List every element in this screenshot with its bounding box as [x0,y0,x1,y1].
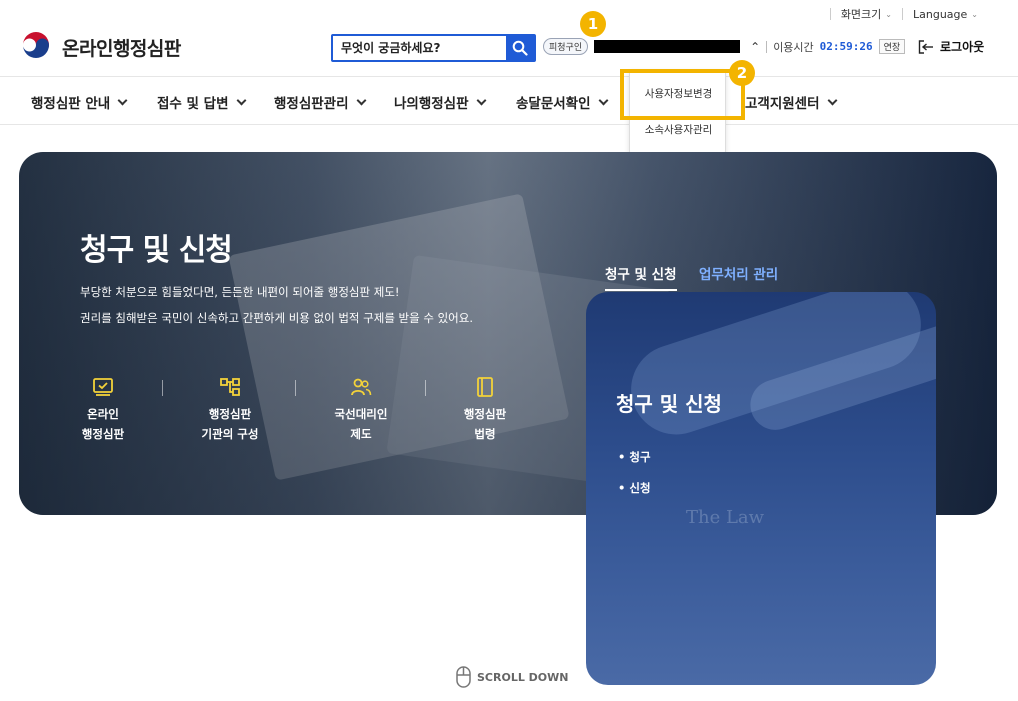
monitor-check-icon [93,378,113,396]
quick-link-line2: 제도 [350,427,372,441]
utility-bar: 화면크기 ⌄ Language ⌄ [829,6,988,22]
language-button[interactable]: Language ⌄ [903,8,988,21]
quick-link-public-attorney[interactable]: 국선대리인 제도 [296,376,426,444]
nav-item-support[interactable]: 고객지원센터 [745,92,837,112]
scroll-down-indicator[interactable]: SCROLL DOWN [456,666,569,688]
people-icon [351,378,372,396]
nav-item-label: 접수 및 답변 [157,96,229,112]
mouse-icon [456,666,471,688]
scroll-down-label: SCROLL DOWN [477,670,569,684]
quick-link-line2: 기관의 구성 [201,427,259,441]
dropdown-item-manage-users[interactable]: 소속사용자관리 [630,122,727,137]
divider [766,40,768,53]
quick-link-line1: 온라인 [87,407,119,421]
chevron-down-icon: ⌄ [885,9,892,19]
nav-item-reception[interactable]: 접수 및 답변 [157,92,246,112]
step-marker-1: 1 [580,11,606,37]
divider [162,380,163,396]
user-info: 피청구인 ⌃ 이용시간 02:59:26 연장 [543,38,906,55]
nav-item-guide[interactable]: 행정심판 안내 [31,92,128,112]
card-link-label: 신청 [629,481,651,495]
usage-time-value: 02:59:26 [819,40,873,53]
logout-label: 로그아웃 [940,40,985,54]
hero-title: 청구 및 신청 [80,233,233,268]
book-icon [477,377,493,397]
search-input[interactable] [333,36,506,60]
chevron-down-icon: ⌄ [971,9,978,19]
step-marker-2: 2 [729,60,755,86]
card-title: 청구 및 신청 [616,392,722,416]
search-button[interactable] [506,36,534,60]
screen-size-label: 화면크기 [840,8,882,21]
nav-item-my-appeal[interactable]: 나의행정심판 [394,92,486,112]
card-link-application[interactable]: • 신청 [618,480,651,496]
card-link-request[interactable]: • 청구 [618,449,651,465]
card-watermark: The Law [686,507,765,528]
card-link-label: 청구 [629,450,651,464]
chevron-down-icon [117,95,128,105]
chevron-down-icon [236,95,246,105]
chevron-down-icon [598,95,608,105]
search-icon [512,40,528,56]
tab-request-application[interactable]: 청구 및 신청 [605,263,677,291]
nav-item-label: 나의행정심판 [394,96,469,112]
screen-size-button[interactable]: 화면크기 ⌄ [831,6,902,22]
nav-item-label: 송달문서확인 [516,96,591,112]
hero-description-line2: 권리를 침해받은 국민이 신속하고 간편하게 비용 없이 법적 구제를 받을 수… [80,311,474,325]
language-label: Language [913,7,968,21]
nav-item-label: 행정심판 안내 [31,96,111,112]
chevron-down-icon [476,95,486,105]
nav-item-management[interactable]: 행정심판관리 [274,92,366,112]
hero-description-line1: 부당한 처분으로 힘들었다면, 든든한 내편이 되어줄 행정심판 제도! [80,285,400,299]
search-box [331,34,536,62]
chevron-down-icon [827,95,837,105]
user-role-badge: 피청구인 [543,38,589,55]
chevron-up-icon[interactable]: ⌃ [750,40,760,54]
tab-work-management[interactable]: 업무처리 관리 [699,263,778,289]
quick-link-line1: 국선대리인 [334,407,388,421]
quick-link-line2: 법령 [474,427,496,441]
quick-link-line2: 행정심판 [81,427,125,441]
usage-time-label: 이용시간 [773,40,814,54]
logout-icon [918,39,933,54]
taegeuk-logo-icon [19,30,53,64]
nav-item-label: 고객지원센터 [745,96,820,112]
chevron-down-icon [356,95,366,105]
extend-session-button[interactable]: 연장 [878,39,906,54]
org-chart-icon [220,378,240,396]
site-logo[interactable]: 온라인행정심판 [18,29,181,65]
quick-link-organization[interactable]: 행정심판 기관의 구성 [165,376,295,444]
logout-button[interactable]: 로그아웃 [918,38,984,55]
masked-user-name[interactable] [594,40,741,53]
nav-item-documents[interactable]: 송달문서확인 [516,92,608,112]
quick-link-line1: 행정심판 [463,407,507,421]
logo-title: 온라인행정심판 [62,37,181,60]
nav-item-label: 행정심판관리 [274,96,349,112]
highlight-box [620,69,745,120]
main-navigation: 행정심판 안내 접수 및 답변 행정심판관리 나의행정심판 송달문서확인 고객지… [0,76,1018,125]
quick-link-law[interactable]: 행정심판 법령 [420,376,550,444]
quick-link-line1: 행정심판 [208,407,252,421]
quick-link-online-appeal[interactable]: 온라인 행정심판 [38,376,168,444]
